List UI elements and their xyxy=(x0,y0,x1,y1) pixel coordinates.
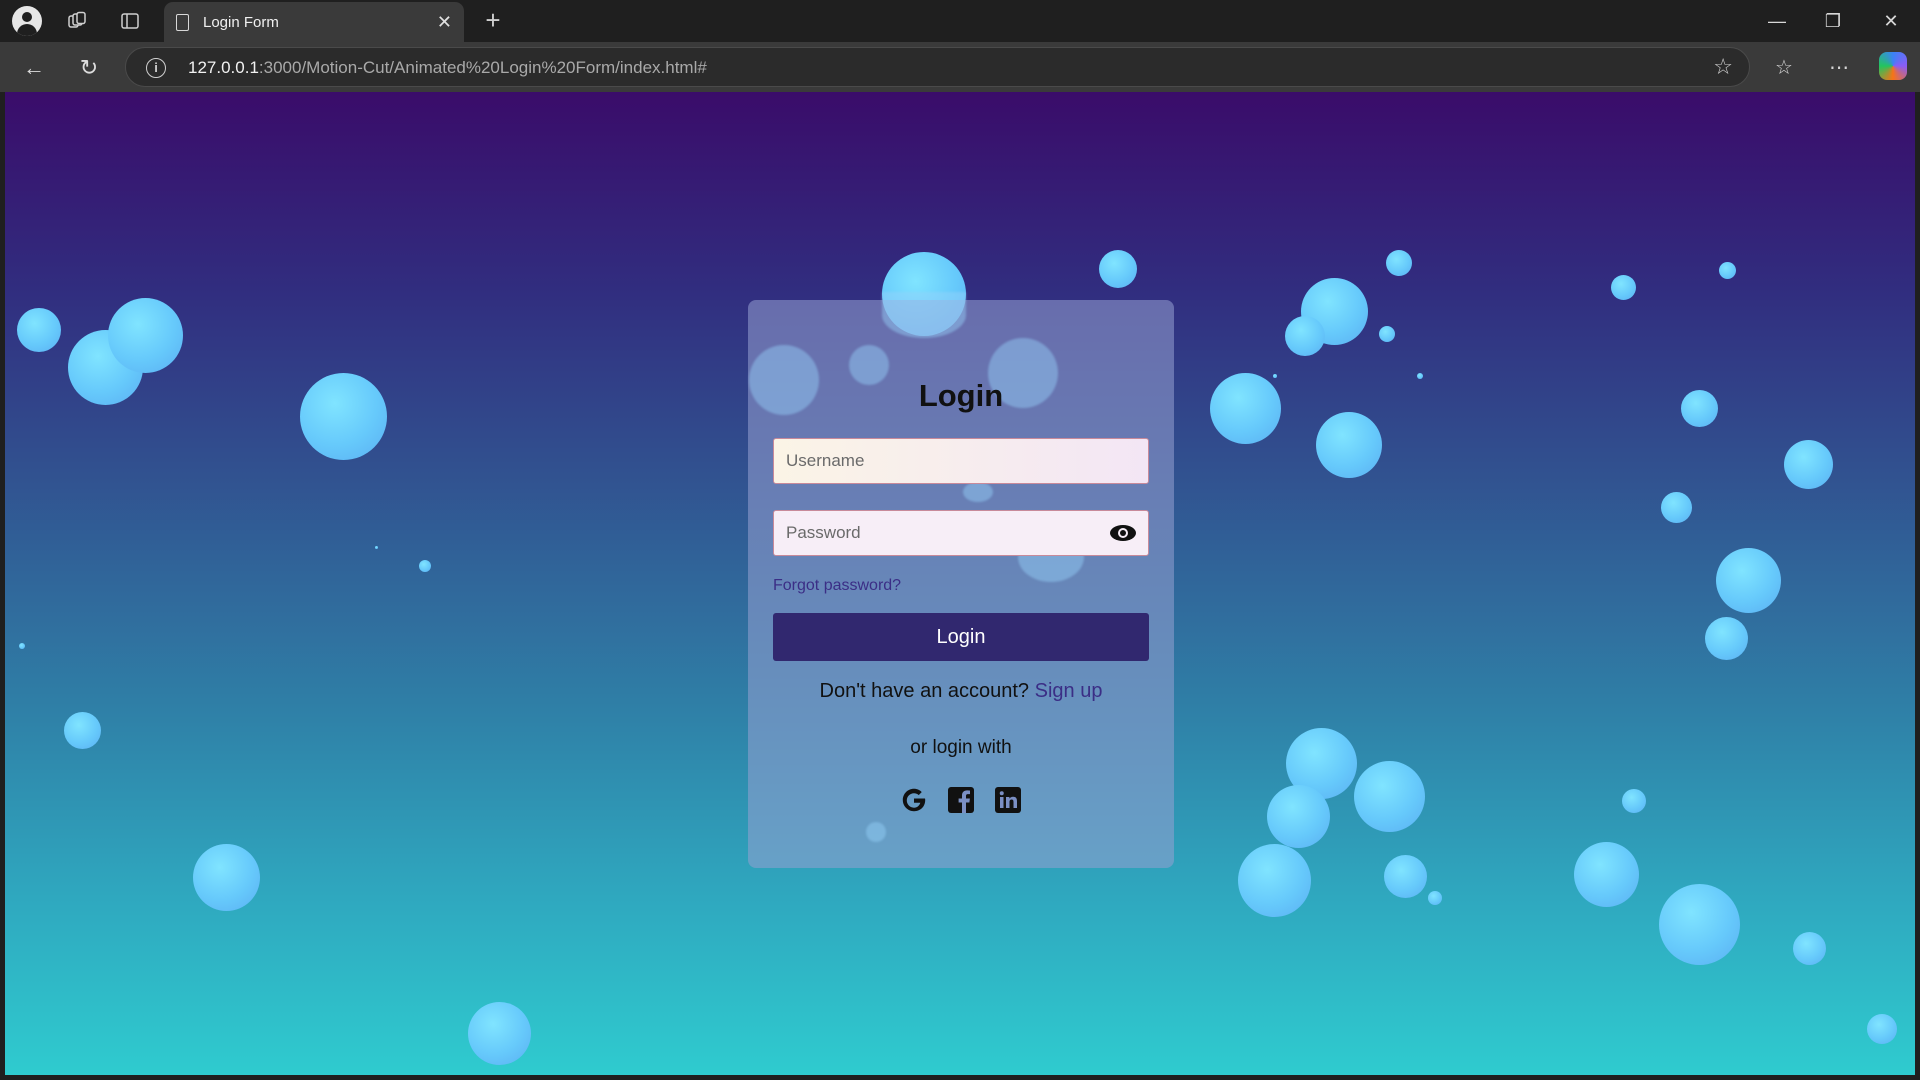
bubble xyxy=(1428,891,1442,905)
bubble xyxy=(1273,374,1277,378)
bubble xyxy=(375,546,378,549)
bubble xyxy=(963,482,993,502)
or-login-with: or login with xyxy=(910,737,1012,758)
minimize-icon[interactable]: — xyxy=(1757,6,1797,36)
bubble xyxy=(1681,390,1718,427)
password-field[interactable] xyxy=(773,510,1149,556)
forgot-password-link[interactable]: Forgot password? xyxy=(773,577,901,595)
login-title: Login xyxy=(918,378,1004,413)
bubble xyxy=(108,298,183,373)
bubble xyxy=(468,1002,531,1065)
eye-icon[interactable] xyxy=(1110,522,1136,544)
tab-login-form[interactable]: Login Form ✕ xyxy=(164,2,464,42)
favorite-star-icon[interactable]: ☆ xyxy=(1713,54,1733,80)
page-background: Login Forgot password? Login Don't have … xyxy=(5,92,1915,1075)
bubble xyxy=(1719,262,1736,279)
bubble xyxy=(866,822,886,842)
bubble xyxy=(1705,617,1748,660)
social-login-row xyxy=(748,784,1174,815)
bubble xyxy=(1267,785,1330,848)
bubble xyxy=(1417,373,1423,379)
bubble xyxy=(193,844,260,911)
password-input[interactable] xyxy=(774,511,1148,555)
page-icon xyxy=(176,13,189,31)
bubble xyxy=(1379,326,1395,342)
username-input[interactable] xyxy=(774,439,1148,483)
google-icon[interactable] xyxy=(899,784,930,815)
bubble xyxy=(1784,440,1833,489)
profile-icon[interactable] xyxy=(12,6,42,36)
bubble xyxy=(1716,548,1781,613)
favorites-icon[interactable]: ☆ xyxy=(1768,52,1800,84)
bubble xyxy=(64,712,101,749)
tab-actions-icon[interactable] xyxy=(115,6,145,36)
workspaces-icon[interactable] xyxy=(62,6,92,36)
username-field[interactable] xyxy=(773,438,1149,484)
login-button[interactable]: Login xyxy=(773,613,1149,661)
no-account-text: Don't have an account? xyxy=(819,680,1030,702)
bubble xyxy=(1574,842,1639,907)
bubble xyxy=(1384,855,1427,898)
bubble xyxy=(1659,884,1740,965)
close-icon[interactable]: ✕ xyxy=(437,12,452,33)
bubble xyxy=(882,292,966,338)
bubble xyxy=(1099,250,1137,288)
tab-bar: Login Form ✕ + — ❐ ✕ xyxy=(0,0,1920,42)
bubble xyxy=(1354,761,1425,832)
bubble xyxy=(300,373,387,460)
bubble xyxy=(1386,250,1412,276)
refresh-icon[interactable]: ↻ xyxy=(73,52,105,84)
facebook-icon[interactable] xyxy=(946,784,977,815)
bubble xyxy=(1793,932,1826,965)
bubble xyxy=(1238,844,1311,917)
login-card: Login Forgot password? Login Don't have … xyxy=(748,292,1174,868)
signup-prompt: Don't have an account? Sign up xyxy=(748,680,1174,703)
bubble xyxy=(1316,412,1382,478)
bubble xyxy=(1611,275,1636,300)
bubble xyxy=(1622,789,1646,813)
copilot-icon[interactable] xyxy=(1879,52,1907,80)
restore-icon[interactable]: ❐ xyxy=(1813,6,1853,36)
window-close-icon[interactable]: ✕ xyxy=(1871,6,1911,36)
bubble xyxy=(1661,492,1692,523)
url-text[interactable]: 127.0.0.1:3000/Motion-Cut/Animated%20Log… xyxy=(188,58,707,78)
bubble xyxy=(1867,1014,1897,1044)
linkedin-icon[interactable] xyxy=(993,784,1024,815)
more-icon[interactable]: ⋯ xyxy=(1823,52,1855,84)
site-info-icon[interactable]: i xyxy=(146,58,166,78)
signup-link[interactable]: Sign up xyxy=(1035,680,1103,702)
bubble xyxy=(17,308,61,352)
back-icon[interactable]: ← xyxy=(18,52,50,84)
bubble xyxy=(419,560,431,572)
bubble xyxy=(1210,373,1281,444)
new-tab-icon[interactable]: + xyxy=(478,6,508,36)
address-bar[interactable]: i 127.0.0.1:3000/Motion-Cut/Animated%20L… xyxy=(125,47,1750,87)
bubble xyxy=(1285,316,1325,356)
toolbar: ← ↻ i 127.0.0.1:3000/Motion-Cut/Animated… xyxy=(0,42,1920,92)
tab-title: Login Form xyxy=(203,13,279,31)
bubble xyxy=(19,643,25,649)
